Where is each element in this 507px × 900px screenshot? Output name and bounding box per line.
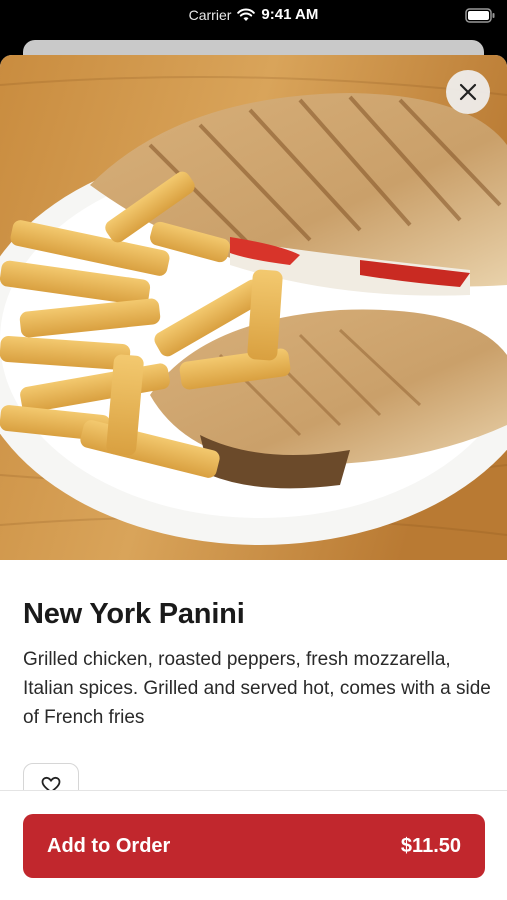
item-detail-sheet: New York Panini Grilled chicken, roasted… <box>0 55 507 900</box>
add-to-order-button[interactable]: Add to Order $11.50 <box>23 814 485 878</box>
carrier-label: Carrier <box>188 6 232 23</box>
status-bar: Carrier 9:41 AM <box>0 0 507 36</box>
close-icon <box>459 83 477 101</box>
time-label: 9:41 AM <box>261 6 319 23</box>
wifi-icon <box>237 8 256 22</box>
panini-with-fries-photo <box>0 55 507 560</box>
order-footer: Add to Order $11.50 <box>0 790 507 900</box>
app-screen: Carrier 9:41 AM New York Panini Grilled … <box>0 0 507 900</box>
item-description: Grilled chicken, roasted peppers, fresh … <box>23 649 491 728</box>
battery-icon <box>465 8 495 23</box>
add-to-order-label: Add to Order <box>47 834 171 857</box>
item-name: New York Panini <box>23 598 245 630</box>
item-price: $11.50 <box>400 834 461 857</box>
status-center: Carrier 9:41 AM <box>0 6 507 23</box>
close-button[interactable] <box>446 70 490 114</box>
